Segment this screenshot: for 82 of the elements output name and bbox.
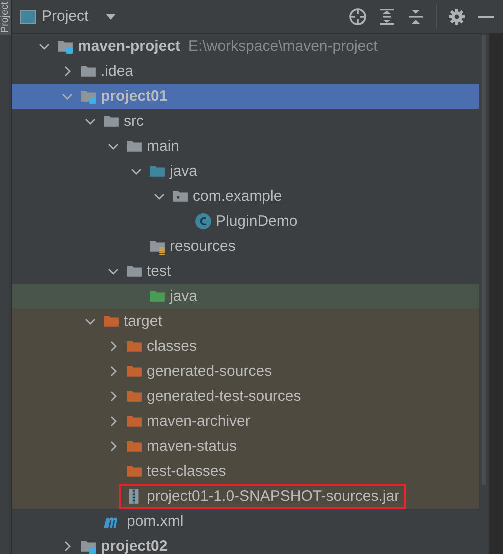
chevron-down-icon[interactable] — [154, 191, 165, 202]
folder-icon — [149, 288, 166, 305]
panel-title[interactable]: Project — [42, 8, 89, 25]
tree-item[interactable]: project01-1.0-SNAPSHOT-sources.jar — [12, 484, 479, 509]
item-label: PluginDemo — [216, 213, 298, 230]
item-label: maven-project — [78, 38, 181, 55]
locate-icon[interactable] — [349, 8, 367, 26]
folder-icon — [103, 113, 120, 130]
tree-item[interactable]: target — [12, 309, 479, 334]
chevron-right-icon[interactable] — [62, 541, 73, 552]
package-icon — [172, 188, 189, 205]
chevron-down-icon[interactable] — [39, 41, 50, 52]
chevron-right-icon[interactable] — [108, 341, 119, 352]
chevron-down-icon[interactable] — [131, 166, 142, 177]
folder-icon — [126, 463, 143, 480]
folder-icon — [126, 363, 143, 380]
folder-icon — [126, 413, 143, 430]
module-folder-icon — [80, 88, 97, 105]
folder-icon — [126, 388, 143, 405]
item-label: .idea — [101, 63, 134, 80]
module-folder-icon — [80, 538, 97, 554]
folder-icon — [126, 138, 143, 155]
item-label: project01-1.0-SNAPSHOT-sources.jar — [121, 486, 404, 507]
tree-item[interactable]: pom.xml — [12, 509, 479, 534]
tree-item[interactable]: maven-archiver — [12, 409, 479, 434]
resources-folder-icon — [149, 238, 166, 255]
chevron-right-icon[interactable] — [108, 391, 119, 402]
item-label: resources — [170, 238, 236, 255]
item-label: java — [170, 163, 198, 180]
chevron-right-icon[interactable] — [108, 366, 119, 377]
module-folder-icon — [57, 38, 74, 55]
window-icon — [20, 10, 36, 24]
item-label: test — [147, 263, 172, 280]
tree-item[interactable]: maven-project E:\workspace\maven-project — [12, 34, 479, 59]
item-label: project01 — [101, 88, 168, 105]
tree-item[interactable]: resources — [12, 234, 479, 259]
tree-item[interactable]: com.example — [12, 184, 479, 209]
tree-item[interactable]: java — [12, 159, 479, 184]
tree-item[interactable]: main — [12, 134, 479, 159]
tree-item[interactable]: project02 — [12, 534, 479, 554]
chevron-down-icon[interactable] — [108, 266, 119, 277]
item-label: generated-test-sources — [147, 388, 302, 405]
folder-icon — [126, 438, 143, 455]
tree-item[interactable]: generated-sources — [12, 359, 479, 384]
item-label: project02 — [101, 538, 168, 554]
chevron-right-icon[interactable] — [108, 416, 119, 427]
tool-window-tab[interactable]: Project — [0, 0, 11, 36]
tree-item[interactable]: maven-status — [12, 434, 479, 459]
item-label: test-classes — [147, 463, 226, 480]
chevron-down-icon[interactable] — [108, 141, 119, 152]
tree-item[interactable]: .idea — [12, 59, 479, 84]
chevron-right-icon[interactable] — [108, 441, 119, 452]
chevron-down-icon[interactable] — [85, 116, 96, 127]
item-label: classes — [147, 338, 198, 355]
tree-item[interactable]: java — [12, 284, 479, 309]
chevron-down-icon[interactable] — [85, 316, 96, 327]
dropdown-caret-icon[interactable] — [104, 12, 117, 20]
item-path: E:\workspace\maven-project — [188, 38, 378, 55]
tree-item[interactable]: src — [12, 109, 479, 134]
item-label: generated-sources — [147, 363, 272, 380]
chevron-right-icon[interactable] — [62, 66, 73, 77]
tree-item[interactable]: test-classes — [12, 459, 479, 484]
collapse-all-icon[interactable] — [407, 8, 425, 26]
expand-all-icon[interactable] — [378, 8, 396, 26]
tree-item[interactable]: classes — [12, 334, 479, 359]
folder-icon — [80, 63, 97, 80]
tree-item[interactable]: test — [12, 259, 479, 284]
item-label: src — [124, 113, 144, 130]
folder-icon — [103, 313, 120, 330]
tree-item[interactable]: generated-test-sources — [12, 384, 479, 409]
item-label: java — [170, 288, 198, 305]
item-label: main — [147, 138, 180, 155]
folder-icon — [126, 338, 143, 355]
item-label: com.example — [193, 188, 282, 205]
item-label: maven-archiver — [147, 413, 250, 430]
folder-icon — [149, 163, 166, 180]
item-label: pom.xml — [127, 513, 184, 530]
folder-icon — [126, 263, 143, 280]
item-label: maven-status — [147, 438, 238, 455]
tree-item[interactable]: PluginDemo — [12, 209, 479, 234]
class-icon — [195, 213, 212, 230]
item-label: target — [124, 313, 162, 330]
